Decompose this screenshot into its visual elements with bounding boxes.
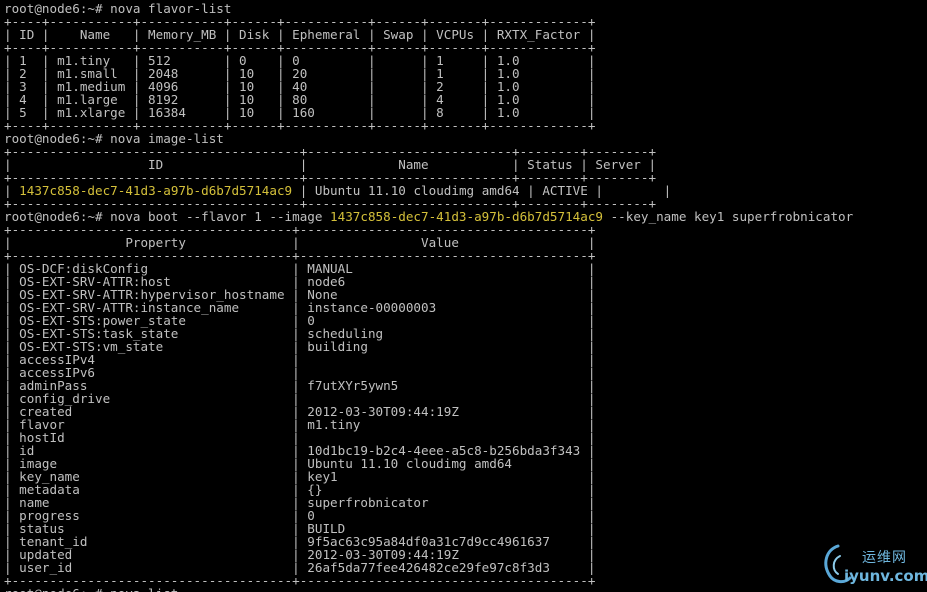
terminal-window[interactable]: root@node6:~# nova flavor-list +----+----… (4, 2, 924, 592)
terminal-text: --key_name key1 superfrobnicator (603, 209, 854, 224)
watermark-domain-text: iyunv.com (844, 567, 927, 585)
site-watermark: 运维网 iyunv.com (818, 542, 927, 590)
terminal-text: root@node6:~# nova list (4, 586, 178, 592)
watermark-chinese-text: 运维网 (862, 550, 907, 566)
